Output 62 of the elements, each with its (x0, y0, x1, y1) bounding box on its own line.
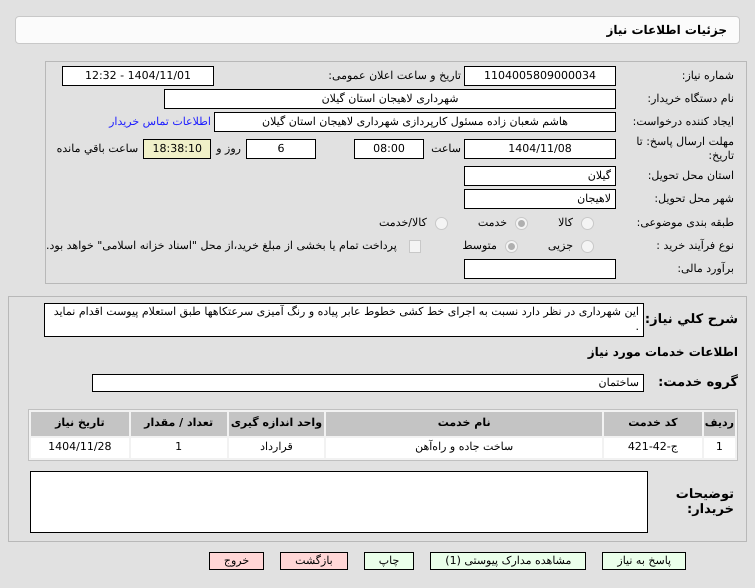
field-label: استان محل تحویل: (646, 168, 734, 184)
table-cell: قرارداد (228, 438, 324, 458)
field-label: ایجاد کننده درخواست: (632, 114, 734, 130)
action-button[interactable]: بازگشت (280, 552, 348, 570)
radio-button[interactable] (515, 216, 528, 230)
checkbox-label: پرداخت تمام یا بخشی از مبلغ خرید،از محل "اسناد خزانه اسلامی" خواهد بود. (46, 238, 397, 254)
radio-button[interactable] (581, 240, 594, 252)
buyer-contact-link[interactable]: اطلاعات تماس خریدار (109, 114, 211, 130)
requester-field[interactable]: هاشم شعبان زاده مسئول کارپردازی شهرداری لاهیجان استان گیلان (214, 112, 616, 132)
radio-label: کالا/خدمت (379, 214, 427, 231)
radio-label: متوسط (462, 238, 497, 254)
action-button[interactable]: خروج (208, 552, 264, 570)
announce-date-field[interactable]: 1404/11/01 - 12:32 (62, 66, 214, 86)
buyer-notes-textarea[interactable] (30, 470, 648, 532)
radio-label: جزیی (548, 238, 573, 254)
description-textarea[interactable]: این شهرداری در نظر دارد نسبت به اجرای خط کشی خطوط عابر پیاده و رنگ آمیزی سرعتکاهها طبق استعلام پیوست اقدام نماید . (44, 303, 644, 337)
province-field[interactable]: گیلان (464, 166, 616, 186)
field-label: شماره نیاز: (680, 68, 734, 84)
field-label: طبقه بندی موضوعی: (636, 214, 734, 231)
city-field[interactable]: لاهیجان (464, 189, 616, 209)
checkbox[interactable] (408, 240, 422, 252)
column-header: نام خدمت (326, 412, 602, 436)
column-header: واحد اندازه گیری (228, 412, 324, 436)
field-label: تاریخ و ساعت اعلان عمومی: (327, 68, 462, 84)
column-header: تعداد / مقدار (130, 412, 227, 436)
column-header: تاریخ نیاز (30, 412, 129, 436)
remaining-time-field[interactable]: 18:38:10 (143, 139, 212, 159)
field-label: گروه خدمت: (657, 373, 738, 392)
radio-label: کالا (558, 214, 573, 231)
page-title: جزئیات اطلاعات نیاز (606, 22, 727, 39)
field-label: نوع فرآیند خرید : (655, 238, 734, 254)
radio-button[interactable] (581, 216, 594, 230)
field-label: برآورد مالی: (676, 260, 734, 277)
action-button[interactable]: پاسخ به نیاز (602, 552, 686, 570)
field-label: شرح کلي نیاز: (644, 311, 738, 330)
field-label: ساعت باقي مانده (56, 140, 140, 157)
budget-field[interactable] (464, 259, 616, 279)
radio-button[interactable] (504, 240, 518, 252)
column-header: ردیف (704, 412, 735, 436)
deadline-date-field[interactable]: 1404/11/08 (464, 139, 616, 159)
table-cell: ج-42-421 (604, 438, 702, 458)
days-field[interactable]: 6 (246, 139, 316, 159)
field-label: شهر محل تحویل: (653, 190, 734, 207)
radio-label: خدمت (478, 214, 508, 231)
field-label: نام دستگاه خریدار: (646, 90, 734, 107)
table-cell: ساخت جاده و راه‌آهن (326, 438, 602, 458)
section-heading: اطلاعات خدمات مورد نیاز (586, 344, 738, 361)
buyer-name-field[interactable]: شهرداری لاهیجان استان گیلان (164, 89, 616, 109)
table-cell: 1 (130, 438, 227, 458)
radio-button[interactable] (434, 216, 448, 230)
action-button[interactable]: چاپ (364, 552, 414, 570)
column-header: کد خدمت (604, 412, 702, 436)
action-button[interactable]: مشاهده مدارک پیوستی (1) (430, 552, 586, 570)
field-label: روز و (214, 140, 242, 157)
deadline-time-field[interactable]: 08:00 (354, 139, 424, 159)
service-group-field[interactable]: ساختمان (92, 374, 644, 392)
field-label: توضیحات خریدار: (674, 486, 735, 516)
table-cell: 1 (704, 438, 735, 458)
table-cell: 1404/11/28 (30, 438, 129, 458)
field-label: ساعت (430, 140, 462, 157)
need-number-field[interactable]: 1104005809000034 (464, 66, 616, 86)
field-label: مهلت ارسال پاسخ: تا تاریخ: (635, 135, 734, 163)
